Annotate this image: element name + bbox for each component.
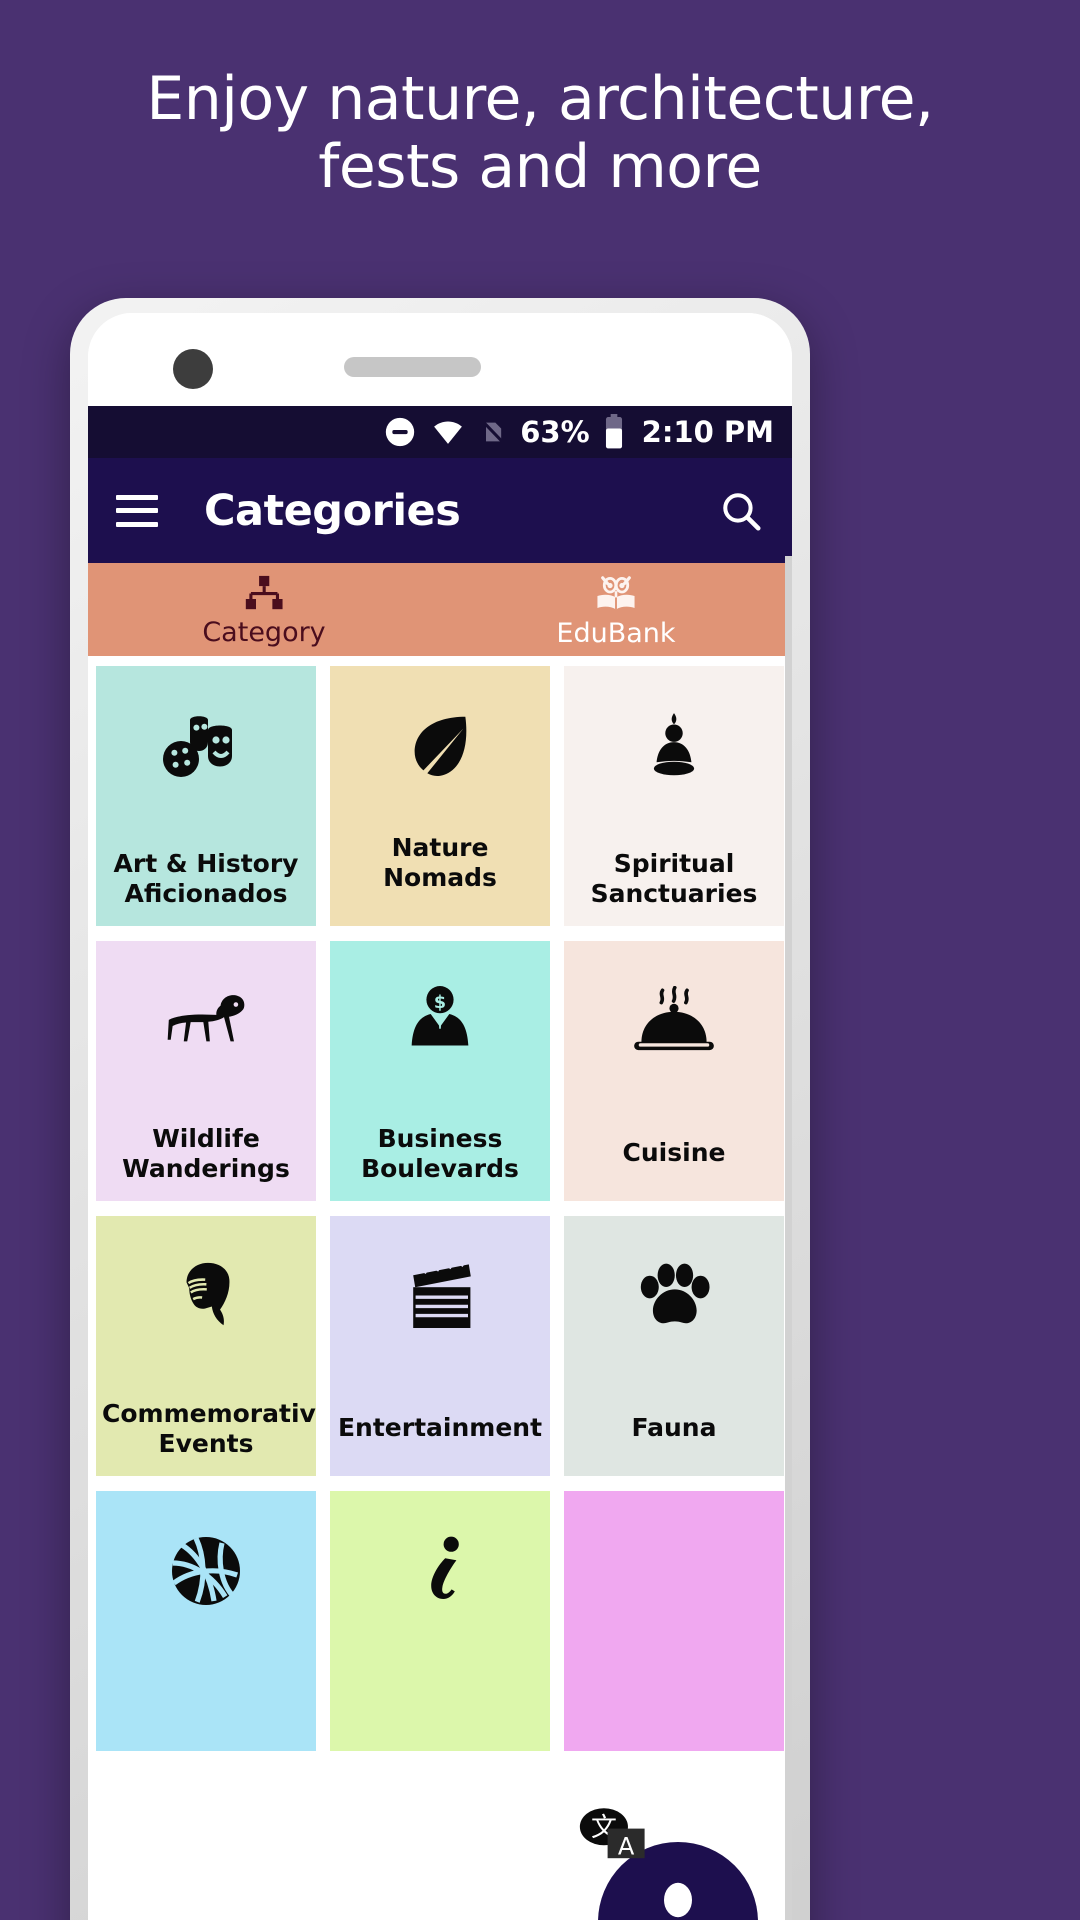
- page-title: Categories: [204, 485, 461, 536]
- earpiece-speaker: [344, 357, 481, 377]
- hierarchy-icon: [245, 575, 283, 610]
- category-card-label: Commemorative Events: [102, 1399, 316, 1458]
- category-card[interactable]: $ Business Boulevards: [330, 941, 550, 1201]
- category-card-label: Art & History Aficionados: [113, 849, 299, 908]
- tab-edubank-label: EduBank: [556, 618, 676, 649]
- phone-top-hardware: [88, 313, 792, 406]
- headline-line-2: fests and more: [318, 131, 762, 202]
- theatre-masks-palette-icon: [160, 708, 252, 784]
- category-card[interactable]: Nature Nomads: [330, 666, 550, 926]
- translate-icon[interactable]: 文 A: [578, 1806, 652, 1866]
- category-card-label: Business Boulevards: [361, 1124, 519, 1183]
- phone-frame: 63% 2:10 PM Categories Category EduBank …: [70, 298, 810, 1920]
- wifi-icon: [434, 421, 463, 444]
- app-bar: Categories: [88, 458, 792, 563]
- paw-print-icon: [633, 1258, 715, 1334]
- info-italic-icon: [412, 1533, 468, 1609]
- volleyball-icon: [166, 1533, 246, 1609]
- tab-bar: Category EduBank: [88, 563, 792, 656]
- category-card-label: Entertainment: [337, 1412, 543, 1442]
- headline-line-1: Enjoy nature, architecture,: [146, 64, 934, 134]
- owl-book-icon: [597, 576, 635, 610]
- front-camera-icon: [173, 349, 213, 389]
- battery-percent-label: 63%: [520, 415, 590, 449]
- buddha-icon: [643, 708, 705, 784]
- category-card-label: Nature Nomads: [383, 833, 497, 892]
- category-card[interactable]: [330, 1491, 550, 1751]
- spartan-helmet-icon: [166, 1258, 246, 1334]
- promo-headline: Enjoy nature, architecture, fests and mo…: [0, 64, 1080, 202]
- food-cloche-icon: [628, 983, 720, 1059]
- do-not-disturb-icon: [386, 417, 415, 447]
- scrollbar[interactable]: [785, 556, 792, 1920]
- tour-guide-icon: [664, 1882, 692, 1918]
- hamburger-menu-icon[interactable]: [116, 494, 158, 527]
- category-card-label: Fauna: [631, 1412, 717, 1442]
- category-card[interactable]: Spiritual Sanctuaries: [564, 666, 784, 926]
- status-bar: 63% 2:10 PM: [88, 406, 792, 458]
- lion-icon: [160, 983, 252, 1059]
- category-card[interactable]: [96, 1491, 316, 1751]
- category-card[interactable]: [564, 1491, 784, 1751]
- category-card-label: Spiritual Sanctuaries: [590, 849, 758, 908]
- status-bar-clock: 2:10 PM: [641, 415, 774, 449]
- category-card[interactable]: Wildlife Wanderings: [96, 941, 316, 1201]
- category-grid: Art & History Aficionados Nature Nomads: [88, 656, 792, 1751]
- search-icon[interactable]: [718, 488, 764, 534]
- category-card-label: Wildlife Wanderings: [122, 1124, 290, 1183]
- category-card-label: Cuisine: [622, 1137, 726, 1167]
- leaf-icon: [401, 708, 479, 784]
- category-card[interactable]: Commemorative Events: [96, 1216, 316, 1476]
- tab-edubank[interactable]: EduBank: [440, 563, 792, 656]
- category-card[interactable]: Cuisine: [564, 941, 784, 1201]
- category-card[interactable]: Entertainment: [330, 1216, 550, 1476]
- promo-screenshot: Enjoy nature, architecture, fests and mo…: [0, 0, 1080, 1920]
- no-sim-icon: [482, 420, 505, 444]
- category-card[interactable]: Art & History Aficionados: [96, 666, 316, 926]
- battery-icon: [605, 414, 622, 449]
- tab-category[interactable]: Category: [88, 563, 440, 656]
- phone-screen: 63% 2:10 PM Categories Category EduBank …: [88, 406, 792, 1920]
- phone-inner: 63% 2:10 PM Categories Category EduBank …: [88, 313, 792, 1920]
- businessman-dollar-icon: $: [407, 983, 473, 1059]
- clapperboard-icon: [402, 1258, 478, 1334]
- category-card[interactable]: Fauna: [564, 1216, 784, 1476]
- svg-text:A: A: [618, 1833, 635, 1861]
- tab-category-label: Category: [202, 617, 326, 648]
- svg-text:$: $: [434, 993, 446, 1013]
